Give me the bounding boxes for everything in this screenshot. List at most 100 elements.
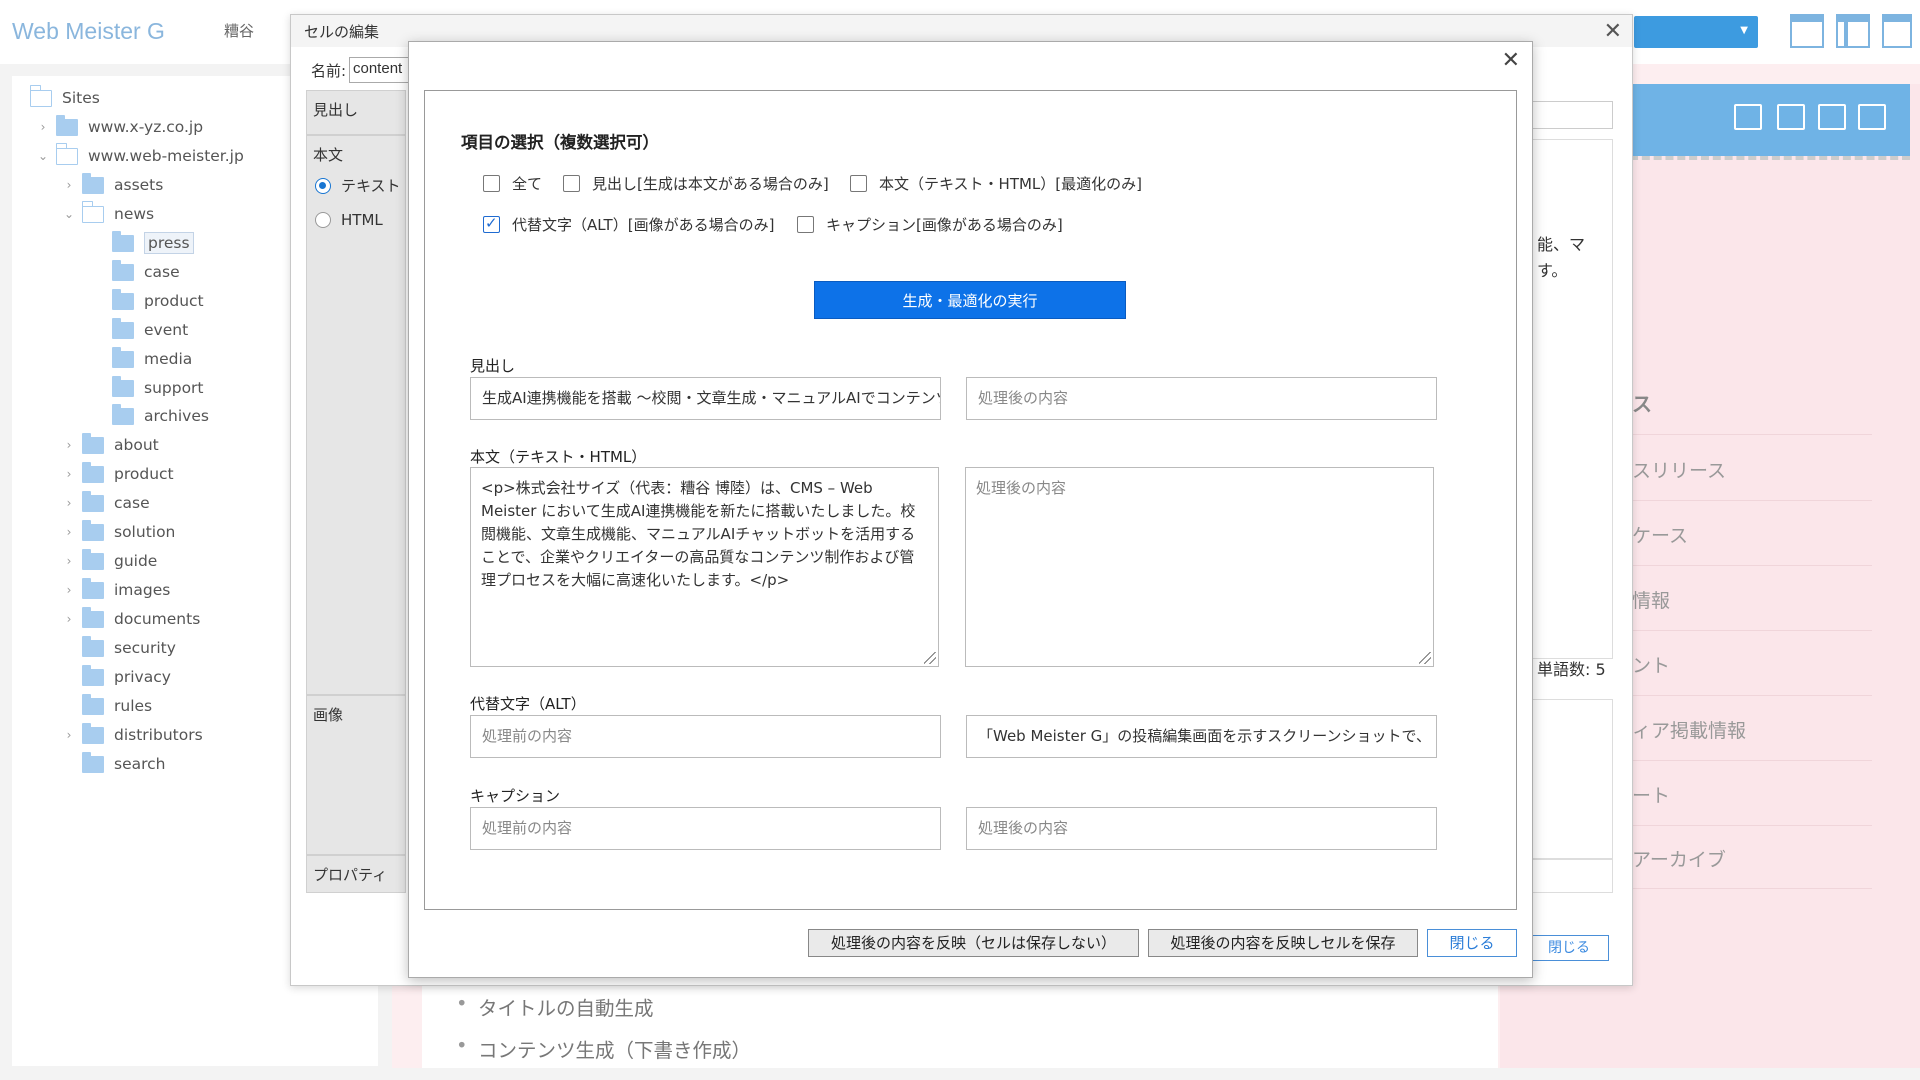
tree-item[interactable]: ›privacy — [62, 664, 171, 689]
tree-item[interactable]: ›product — [92, 288, 204, 313]
edit-icon[interactable] — [1734, 104, 1762, 130]
chevron-right-icon: › — [40, 120, 46, 134]
radio-text[interactable]: テキスト — [315, 175, 401, 196]
bullet-item: タイトルの自動生成 — [456, 992, 653, 1021]
search-icon[interactable] — [1777, 104, 1805, 130]
right-menu-item[interactable]: ィア掲載情報 — [1632, 716, 1746, 743]
body-after-textarea[interactable]: 処理後の内容 — [965, 467, 1434, 667]
tree-item[interactable]: › distributors — [62, 722, 203, 747]
layout-top-icon[interactable] — [1790, 14, 1824, 48]
checkbox-icon — [850, 175, 867, 192]
image-area[interactable] — [1531, 699, 1613, 859]
tree-item[interactable]: ›archives — [92, 403, 209, 428]
checkbox-caption[interactable]: キャプション[画像がある場合のみ] — [797, 214, 1063, 235]
close-icon[interactable]: ✕ — [1604, 19, 1622, 44]
word-count: 単語数: 5 — [1537, 660, 1606, 679]
folder-icon — [82, 432, 104, 454]
tree-item[interactable]: ›rules — [62, 693, 152, 718]
tree-item[interactable]: ›case — [92, 259, 180, 284]
tree-item[interactable]: ›media — [92, 346, 192, 371]
tree-item[interactable]: ›product — [62, 461, 174, 486]
tree-item[interactable]: ›support — [92, 375, 204, 400]
apply-button[interactable]: 処理後の内容を反映（セルは保存しない） — [808, 929, 1139, 957]
folder-icon — [112, 346, 134, 368]
tree-item[interactable]: ›search — [62, 751, 166, 776]
heading-before-input[interactable]: 生成AI連携機能を搭載 ～校閲・文章生成・マニュアルAIでコンテンツ — [470, 377, 941, 420]
bullet-item: コンテンツ生成（下書き作成） — [456, 1034, 751, 1063]
right-menu-item[interactable]: ント — [1632, 651, 1670, 678]
resize-grip-icon[interactable] — [924, 652, 936, 664]
right-menu-item[interactable]: 情報 — [1632, 586, 1670, 613]
right-menu-item[interactable]: スリリース — [1632, 456, 1726, 483]
right-menu-item[interactable]: アーカイブ — [1632, 845, 1726, 872]
tree-item[interactable]: › documents — [62, 606, 200, 631]
radio-icon — [315, 177, 331, 194]
layout-full-icon[interactable] — [1882, 14, 1912, 48]
body-before-textarea[interactable]: <p>株式会社サイズ（代表：糟谷 博陸）は、CMS – Web Meister … — [470, 467, 939, 667]
folder-icon — [82, 606, 104, 628]
divider — [1632, 630, 1872, 631]
tree-item[interactable]: ›event — [92, 317, 188, 342]
list-icon[interactable] — [1858, 104, 1886, 130]
heading-input[interactable] — [1531, 101, 1613, 129]
checkbox-all[interactable]: 全て — [483, 173, 542, 194]
tree-label: Sites — [62, 89, 100, 107]
folder-icon — [82, 490, 104, 512]
radio-icon — [315, 212, 331, 228]
caption-before-input[interactable]: 処理前の内容 — [470, 807, 941, 850]
execute-button[interactable]: 生成・最適化の実行 — [814, 281, 1126, 319]
name-label: 名前: — [311, 62, 347, 80]
right-menu-item[interactable]: ート — [1632, 781, 1670, 808]
folder-icon — [82, 577, 104, 599]
close-icon[interactable]: ✕ — [1502, 48, 1520, 73]
body-editor[interactable] — [1531, 139, 1613, 659]
site-select[interactable]: ▼ — [1634, 16, 1758, 48]
alt-before-input[interactable]: 処理前の内容 — [470, 715, 941, 758]
ai-generate-dialog: ✕ 項目の選択（複数選択可） 全て 見出し[生成は本文がある場合のみ] 本文（テ… — [408, 41, 1533, 978]
folder-icon — [112, 259, 134, 281]
apply-save-button[interactable]: 処理後の内容を反映しセルを保存 — [1148, 929, 1418, 957]
tree-item[interactable]: ⌄ www.web-meister.jp — [36, 143, 244, 168]
close-button[interactable]: 閉じる — [1427, 929, 1517, 957]
chevron-right-icon: › — [66, 583, 72, 597]
layout-split-icon[interactable] — [1836, 14, 1870, 48]
tree-item[interactable]: › images — [62, 577, 170, 602]
checkbox-icon — [797, 216, 814, 233]
row-property: プロパティ — [306, 855, 406, 893]
user-name[interactable]: 糟谷 — [224, 20, 254, 41]
tree-item[interactable]: ›security — [62, 635, 176, 660]
folder-icon — [82, 635, 104, 657]
tree-item[interactable]: › guide — [62, 548, 157, 573]
tree-item[interactable]: › www.x-yz.co.jp — [36, 114, 203, 139]
caption-after-input[interactable]: 処理後の内容 — [966, 807, 1437, 850]
tree-root[interactable]: Sites — [29, 85, 100, 110]
folder-icon — [82, 664, 104, 686]
resize-grip-icon[interactable] — [1419, 652, 1431, 664]
body-text-fragment: す。 — [1537, 261, 1568, 280]
tree-item[interactable]: ›press — [92, 230, 194, 255]
close-button[interactable]: 閉じる — [1529, 935, 1609, 961]
alt-after-input[interactable]: 「Web Meister G」の投稿編集画面を示すスクリーンショットで、 — [966, 715, 1437, 758]
chevron-right-icon: › — [66, 178, 72, 192]
section-title: 項目の選択（複数選択可） — [461, 133, 659, 152]
chevron-down-icon: ⌄ — [63, 207, 75, 221]
folder-open-icon — [81, 201, 104, 223]
heading-after-input[interactable]: 処理後の内容 — [966, 377, 1437, 420]
chevron-right-icon: › — [66, 496, 72, 510]
tree-item[interactable]: › about — [62, 432, 159, 457]
property-area[interactable] — [1531, 859, 1613, 893]
right-menu-item[interactable]: ケース — [1632, 521, 1688, 548]
tree-item[interactable]: ›case — [62, 490, 150, 515]
checkbox-body[interactable]: 本文（テキスト・HTML）[最適化のみ] — [850, 173, 1142, 194]
radio-html[interactable]: HTML — [315, 211, 383, 229]
divider — [1632, 565, 1872, 566]
tree-item[interactable]: › solution — [62, 519, 175, 544]
folder-icon — [82, 461, 104, 483]
divider — [1632, 760, 1872, 761]
calendar-icon[interactable] — [1818, 104, 1846, 130]
checkbox-heading[interactable]: 見出し[生成は本文がある場合のみ] — [563, 173, 829, 194]
checkbox-alt[interactable]: 代替文字（ALT）[画像がある場合のみ] — [483, 214, 774, 235]
tree-item[interactable]: ⌄ news — [62, 201, 154, 226]
folder-open-icon — [29, 85, 52, 107]
tree-item[interactable]: › assets — [62, 172, 163, 197]
